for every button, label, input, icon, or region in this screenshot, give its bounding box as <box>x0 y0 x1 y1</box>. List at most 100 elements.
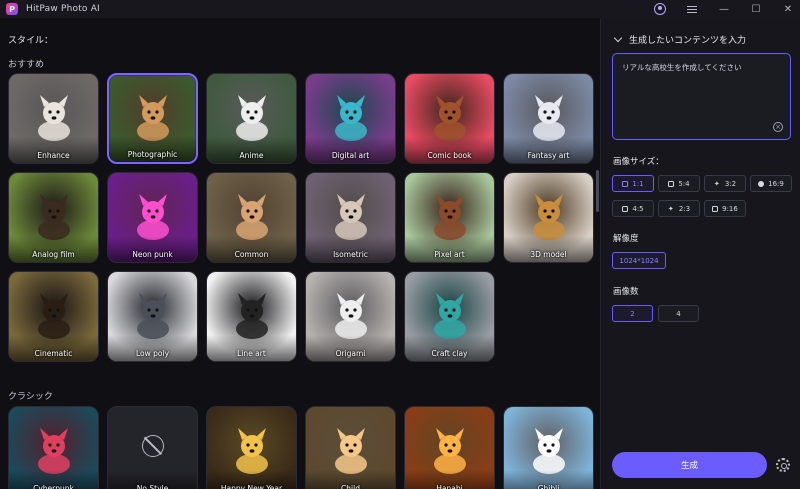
style-card-label: Common <box>234 250 269 259</box>
style-card-origami[interactable]: Origami <box>305 271 396 362</box>
style-card-label: Origami <box>335 349 366 358</box>
prompt-input[interactable]: リアルな高校生を作成してください × <box>612 53 791 140</box>
classic-grid: Cyberpunk No Style Happy New Year Child Hana… <box>8 406 594 489</box>
style-card-label: No Style <box>136 484 169 489</box>
style-preview-image <box>523 190 575 242</box>
style-card-label: Craft clay <box>431 349 468 358</box>
style-card-label: Isometric <box>333 250 368 259</box>
style-preview-image <box>127 190 179 242</box>
style-card-child[interactable]: Child <box>305 406 396 489</box>
recommended-grid: Enhance Photographic Anime Digital art Comic… <box>8 73 594 362</box>
tiktok-icon <box>712 205 719 212</box>
style-card-label: Enhance <box>37 151 70 160</box>
style-card-craft-clay[interactable]: Craft clay <box>404 271 495 362</box>
close-button[interactable]: ✕ <box>776 0 800 18</box>
size-option-label: 2:3 <box>678 204 691 213</box>
style-card-label: Hanabi <box>436 484 463 489</box>
style-card-hanabi[interactable]: Hanabi <box>404 406 495 489</box>
size-option-label: 5:4 <box>678 179 690 188</box>
style-card-cyberpunk[interactable]: Cyberpunk <box>8 406 99 489</box>
style-card-comic-book[interactable]: Comic book <box>404 73 495 164</box>
minimize-icon: — <box>719 3 729 15</box>
style-card-photographic[interactable]: Photographic <box>107 73 198 164</box>
style-preview-image <box>28 424 80 476</box>
style-card-no-style[interactable]: No Style <box>107 406 198 489</box>
size-label: 画像サイズ： <box>613 157 664 167</box>
minimize-button[interactable]: — <box>712 0 736 18</box>
style-card-fantasy-art[interactable]: Fantasy art <box>503 73 594 164</box>
style-card-label: Line art <box>237 349 266 358</box>
style-preview-image <box>226 289 278 341</box>
style-preview-image <box>424 190 476 242</box>
classic-label: クラシック <box>8 392 53 402</box>
style-card-isometric[interactable]: Isometric <box>305 172 396 263</box>
size-option-4-5[interactable]: 4:5 <box>612 200 654 217</box>
resolution-option[interactable]: 1024*1024 <box>612 252 666 269</box>
style-card-label: Neon punk <box>132 250 173 259</box>
style-gallery: スタイル： おすすめ Enhance Photographic Anime Digit… <box>0 18 600 489</box>
clear-icon[interactable]: × <box>773 122 783 132</box>
style-card-label: Photographic <box>127 150 178 159</box>
style-card-label: Cinematic <box>34 349 73 358</box>
size-option-1-1[interactable]: 1:1 <box>612 175 654 192</box>
style-card-pixel-art[interactable]: Pixel art <box>404 172 495 263</box>
style-card-label: Fantasy art <box>527 151 570 160</box>
style-card-enhance[interactable]: Enhance <box>8 73 99 164</box>
maximize-button[interactable]: ☐ <box>744 0 768 18</box>
gear-icon[interactable] <box>776 458 790 472</box>
style-card-label: Pixel art <box>434 250 465 259</box>
no-style-icon <box>141 435 164 458</box>
menu-button[interactable] <box>680 0 704 18</box>
style-preview-image <box>523 91 575 143</box>
style-preview-image <box>325 289 377 341</box>
style-preview-image <box>325 91 377 143</box>
style-preview-image <box>325 424 377 476</box>
chevron-down-icon <box>613 33 623 43</box>
style-card-anime[interactable]: Anime <box>206 73 297 164</box>
style-preview-image <box>424 289 476 341</box>
style-card-neon-punk[interactable]: Neon punk <box>107 172 198 263</box>
app-title: HitPaw Photo AI <box>26 4 100 14</box>
size-option-16-9[interactable]: 16:9 <box>750 175 792 192</box>
style-label: スタイル： <box>8 36 54 46</box>
style-preview-image <box>424 91 476 143</box>
account-button[interactable] <box>648 0 672 18</box>
maximize-icon: ☐ <box>751 3 761 15</box>
style-preview-image <box>127 289 179 341</box>
style-card-cinematic[interactable]: Cinematic <box>8 271 99 362</box>
style-card-analog-film[interactable]: Analog film <box>8 172 99 263</box>
size-option-label: 4:5 <box>632 204 644 213</box>
style-card-3d-model[interactable]: 3D model <box>503 172 594 263</box>
style-preview-image <box>28 190 80 242</box>
style-card-label: Happy New Year <box>220 484 283 489</box>
style-card-digital-art[interactable]: Digital art <box>305 73 396 164</box>
style-card-common[interactable]: Common <box>206 172 297 263</box>
size-option-2-3[interactable]: ✦ 2:3 <box>658 200 700 217</box>
gallery-scrollbar[interactable] <box>596 170 599 212</box>
style-preview-image <box>325 190 377 242</box>
size-option-3-2[interactable]: ✦ 3:2 <box>704 175 746 192</box>
size-option-5-4[interactable]: 5:4 <box>658 175 700 192</box>
style-preview-image <box>424 424 476 476</box>
instagram-icon <box>668 180 675 187</box>
generate-button[interactable]: 生成 <box>612 452 767 478</box>
size-option-label: 3:2 <box>724 179 737 188</box>
recommended-label: おすすめ <box>8 60 45 70</box>
count-option-2[interactable]: 2 <box>612 305 653 322</box>
app-logo-icon: P <box>6 3 18 15</box>
style-card-low-poly[interactable]: Low poly <box>107 271 198 362</box>
instagram-icon <box>622 180 629 187</box>
content-section-toggle[interactable]: 生成したいコンテンツを入力 <box>613 33 746 46</box>
style-card-ghibli[interactable]: Ghibli <box>503 406 594 489</box>
count-option-4[interactable]: 4 <box>658 305 699 322</box>
close-icon: ✕ <box>783 3 793 15</box>
style-card-happy-new-year[interactable]: Happy New Year <box>206 406 297 489</box>
facebook-icon <box>758 180 765 187</box>
size-option-9-16[interactable]: 9:16 <box>704 200 746 217</box>
style-card-label: Low poly <box>135 349 170 358</box>
twitter-icon: ✦ <box>713 179 720 188</box>
twitter-icon: ✦ <box>667 204 674 213</box>
style-card-label: Cyberpunk <box>33 484 74 489</box>
title-bar: P HitPaw Photo AI — ☐ ✕ <box>0 0 800 18</box>
style-card-line-art[interactable]: Line art <box>206 271 297 362</box>
